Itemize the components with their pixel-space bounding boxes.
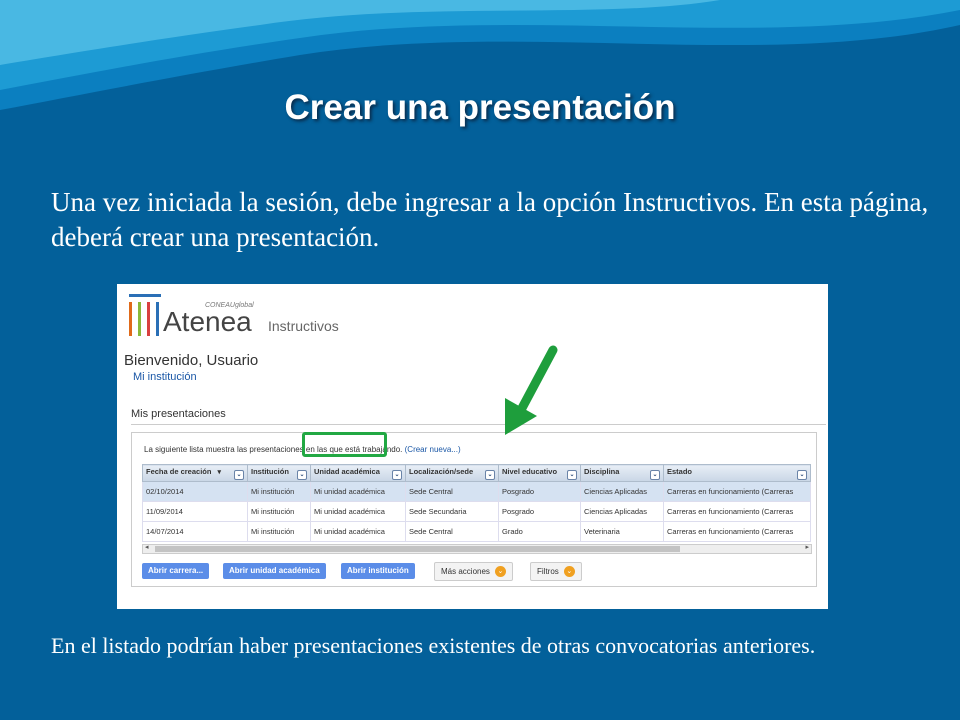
table-cell: 02/10/2014 [142,481,248,502]
table-cell: Sede Secundaria [405,501,499,522]
table-cell: Sede Central [405,521,499,542]
presentations-panel: La siguiente lista muestra las presentac… [131,432,817,587]
table-cell: Veterinaria [580,521,664,542]
slide-title: Crear una presentación [284,88,676,127]
table-cell: Carreras en funcionamiento (Carreras [663,501,811,522]
sort-arrow-icon: ▾ [217,468,221,476]
table-cell: Carreras en funcionamiento (Carreras [663,521,811,542]
column-header[interactable]: Institución ⌄ [247,464,311,482]
column-header[interactable]: Localización/sede ⌄ [405,464,499,482]
table-cell: Mi unidad académica [310,521,406,542]
table-cell: 11/09/2014 [142,501,248,522]
table-cell: Mi institución [247,481,311,502]
create-new-link[interactable]: (Crear nueva...) [405,445,461,454]
more-actions-label: Más acciones [441,567,490,576]
table-cell: Mi unidad académica [310,501,406,522]
column-header[interactable]: Nivel educativo ⌄ [498,464,581,482]
open-institution-button[interactable]: Abrir institución [341,563,415,579]
presentations-table: Fecha de creación ▾ ⌄ Institución ⌄ Unidad … [142,464,811,542]
table-cell: Ciencias Aplicadas [580,481,664,502]
column-menu-icon[interactable]: ⌄ [297,469,307,480]
atenea-brand: Atenea [163,306,252,337]
table-cell: Mi institución [247,501,311,522]
table-row[interactable]: 14/07/2014 Mi institución Mi unidad acad… [142,521,811,542]
more-actions-button[interactable]: Más acciones ⌄ [434,562,513,581]
table-cell: Posgrado [498,481,581,502]
filters-label: Filtros [537,567,559,576]
open-career-button[interactable]: Abrir carrera... [142,563,210,579]
scrollbar-thumb[interactable] [155,546,680,552]
welcome-text: Bienvenido, Usuario [124,352,259,369]
horizontal-scrollbar[interactable]: ◂ ▸ [142,544,812,554]
table-header-row: Fecha de creación ▾ ⌄ Institución ⌄ Unidad … [142,464,811,482]
table-cell: Posgrado [498,501,581,522]
table-row[interactable]: 11/09/2014 Mi institución Mi unidad acad… [142,501,811,522]
column-header[interactable]: Estado ⌄ [663,464,811,482]
column-header[interactable]: Fecha de creación ▾ ⌄ [142,464,248,482]
column-menu-icon[interactable]: ⌄ [797,469,807,480]
filters-button[interactable]: Filtros ⌄ [530,562,582,581]
column-menu-icon[interactable]: ⌄ [567,469,577,480]
app-screenshot: CONEAUglobal Atenea Instructivos Bienven… [117,284,828,609]
scroll-left-icon[interactable]: ◂ [145,543,149,551]
section-title: Instructivos [268,318,339,334]
divider [131,424,826,425]
column-menu-icon[interactable]: ⌄ [234,469,244,480]
atenea-logo-icon [129,294,161,336]
list-title: Mis presentaciones [131,408,226,420]
column-menu-icon[interactable]: ⌄ [485,469,495,480]
create-new-highlight [302,432,387,457]
column-header[interactable]: Disciplina ⌄ [580,464,664,482]
scroll-right-icon[interactable]: ▸ [805,543,809,551]
column-menu-icon[interactable]: ⌄ [650,469,660,480]
column-header[interactable]: Unidad académica ⌄ [310,464,406,482]
column-menu-icon[interactable]: ⌄ [392,469,402,480]
table-row[interactable]: 02/10/2014 Mi institución Mi unidad acad… [142,481,811,502]
pointer-arrow-icon [505,345,558,435]
table-cell: 14/07/2014 [142,521,248,542]
chevron-down-icon: ⌄ [563,566,575,578]
table-cell: Mi institución [247,521,311,542]
table-cell: Carreras en funcionamiento (Carreras [663,481,811,502]
table-cell: Sede Central [405,481,499,502]
table-cell: Grado [498,521,581,542]
open-unit-button[interactable]: Abrir unidad académica [223,563,326,579]
table-cell: Ciencias Aplicadas [580,501,664,522]
slide-body-text: Una vez iniciada la sesión, debe ingresa… [51,187,929,252]
chevron-down-icon: ⌄ [494,566,506,578]
institution-link[interactable]: Mi institución [133,371,197,383]
slide-footer-text: En el listado podrían haber presentacion… [51,633,816,658]
table-cell: Mi unidad académica [310,481,406,502]
